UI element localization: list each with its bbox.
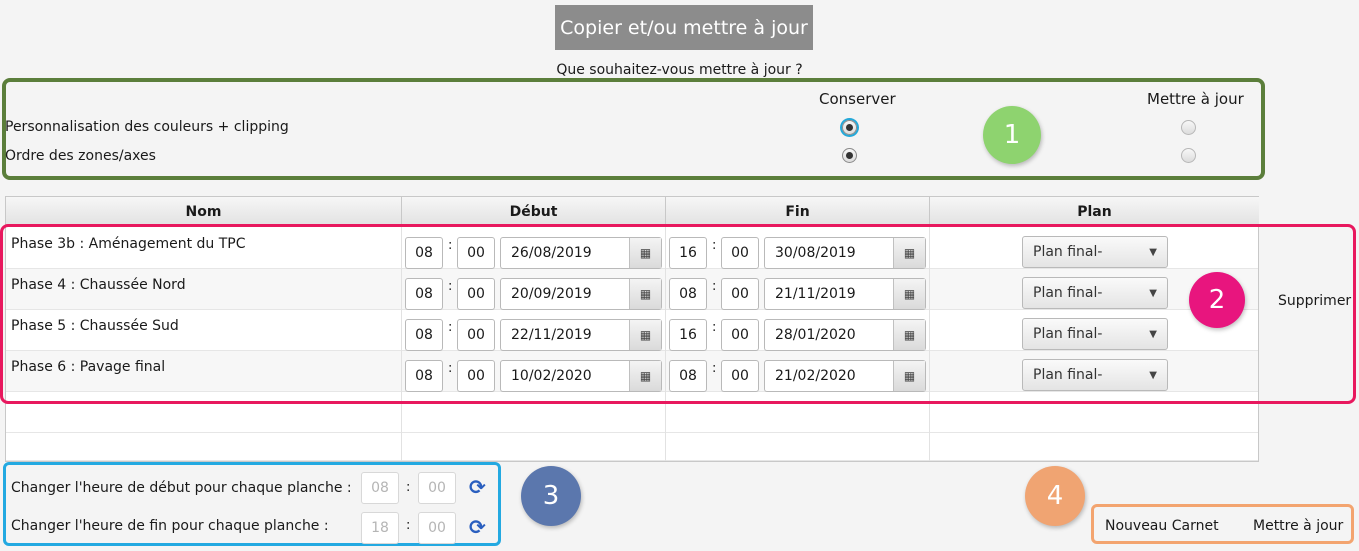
update-button[interactable]: Mettre à jour xyxy=(1253,518,1343,534)
new-notebook-button[interactable]: Nouveau Carnet xyxy=(1105,518,1219,534)
column-keep-header: Conserver xyxy=(819,90,896,108)
time-separator: : xyxy=(406,480,411,495)
radio-order-keep[interactable] xyxy=(842,148,857,163)
column-update-header: Mettre à jour xyxy=(1147,90,1244,108)
time-separator: : xyxy=(406,518,411,533)
option-label-colors: Personnalisation des couleurs + clipping xyxy=(5,119,289,135)
header-start[interactable]: Début xyxy=(402,197,666,227)
question-text: Que souhaitez-vous mettre à jour ? xyxy=(556,62,803,78)
badge-2: 2 xyxy=(1189,272,1245,328)
table-row-empty xyxy=(6,433,1258,461)
radio-order-update[interactable] xyxy=(1181,148,1196,163)
delete-button[interactable]: Supprimer xyxy=(1278,293,1351,309)
all-end-hour-field[interactable]: 18 xyxy=(361,512,399,544)
all-start-hour-field[interactable]: 08 xyxy=(361,472,399,504)
badge-1: 1 xyxy=(983,106,1041,164)
phases-section xyxy=(0,224,1356,404)
dialog-title: Copier et/ou mettre à jour xyxy=(555,5,813,50)
badge-4: 4 xyxy=(1025,466,1085,526)
header-plan[interactable]: Plan xyxy=(930,197,1259,227)
refresh-icon[interactable]: ⟳ xyxy=(469,515,486,539)
end-hour-label: Changer l'heure de fin pour chaque planc… xyxy=(11,518,329,534)
option-label-order: Ordre des zones/axes xyxy=(5,148,156,164)
radio-colors-update[interactable] xyxy=(1181,120,1196,135)
header-name[interactable]: Nom xyxy=(6,197,402,227)
all-end-minute-field[interactable]: 00 xyxy=(418,512,456,544)
badge-3: 3 xyxy=(521,466,581,526)
refresh-icon[interactable]: ⟳ xyxy=(469,475,486,499)
all-start-minute-field[interactable]: 00 xyxy=(418,472,456,504)
start-hour-label: Changer l'heure de début pour chaque pla… xyxy=(11,480,352,496)
header-end[interactable]: Fin xyxy=(666,197,930,227)
radio-colors-keep[interactable] xyxy=(842,120,857,135)
